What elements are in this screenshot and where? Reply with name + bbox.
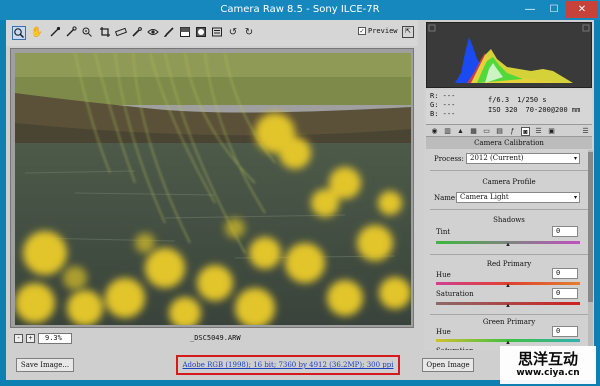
red-saturation-input[interactable]: 0 [552,288,578,299]
effects-tab-icon[interactable]: ƒ [508,127,517,136]
chevron-down-icon: ▾ [573,194,577,201]
tint-label: Tint [436,228,451,236]
white-balance-icon[interactable] [48,26,62,40]
g-label: G: [430,101,439,109]
fullscreen-icon[interactable]: ⇱ [402,26,414,38]
zoom-level-select[interactable]: 9.3% [38,333,72,344]
snapshots-tab-icon[interactable]: ▣ [547,127,556,136]
hand-icon[interactable]: ✋ [30,26,44,40]
photo-preview [15,53,411,325]
red-hue-slider-thumb[interactable]: ▲ [505,283,511,289]
checkmark-icon: ✓ [358,27,366,35]
tone-curve-tab-icon[interactable]: ▥ [443,127,452,136]
camera-raw-dialog: ✋ ↺ ↻ ✓ Preview ⇱ - + 9.3% _DSC5049.ARW … [6,20,594,380]
b-label: B: [430,110,439,118]
divider [430,314,588,315]
hsl-tab-icon[interactable]: ▦ [469,127,478,136]
green-hue-input[interactable]: 0 [552,326,578,337]
green-primary-title: Green Primary [482,318,536,326]
preview-checkbox[interactable]: ✓ Preview [358,27,398,35]
close-button[interactable]: ✕ [566,1,598,18]
file-name: _DSC5049.ARW [190,334,241,342]
aperture: f/6.3 [488,96,510,104]
split-toning-tab-icon[interactable]: ▭ [482,127,491,136]
scrollbar-thumb[interactable] [588,152,593,302]
panel-menu-icon[interactable]: ☰ [581,127,590,136]
adjustment-brush-icon[interactable] [162,26,176,40]
camera-calibration-tab-icon[interactable]: ◙ [521,127,530,136]
straighten-icon[interactable] [114,26,128,40]
b-value: --- [442,110,456,118]
name-label: Name: [434,194,458,202]
panel-tabs: ◉ ▥ ▲ ▦ ▭ ▤ ƒ ◙ ☰ ▣ ☰ [426,124,592,137]
save-image-button[interactable]: Save Image... [16,358,74,372]
red-saturation-label: Saturation [436,290,474,298]
watermark-logo: 思洋互动 www.ciya.cn [500,346,596,384]
open-image-button[interactable]: Open Image [422,358,474,372]
red-hue-label: Hue [436,271,451,279]
zoom-in-button[interactable]: + [26,334,35,343]
preferences-icon[interactable] [210,26,224,40]
process-select[interactable]: 2012 (Current) ▾ [466,153,580,164]
divider [430,170,588,171]
histogram [426,22,592,88]
red-primary-title: Red Primary [486,260,532,268]
lens: 70-200@200 mm [525,106,581,114]
exif-info: f/6.3 1/250 s ISO 320 70-200@200 mm [488,95,588,115]
zoom-out-button[interactable]: - [14,334,23,343]
zoom-bar: - + 9.3% _DSC5049.ARW [10,332,414,346]
divider [430,209,588,210]
crop-icon[interactable] [98,26,112,40]
iso: ISO 320 [488,106,518,114]
divider [430,254,588,255]
rotate-left-icon[interactable]: ↺ [226,26,240,40]
zoom-icon[interactable] [12,26,26,40]
r-value: --- [442,92,456,100]
tint-slider-thumb[interactable]: ▲ [505,242,511,248]
graduated-filter-icon[interactable] [178,26,192,40]
title-bar: Camera Raw 8.5 - Sony ILCE-7R — ☐ ✕ [0,0,600,20]
rotate-right-icon[interactable]: ↻ [242,26,256,40]
zoom-level-value: 9.3% [45,334,62,342]
preview-label: Preview [368,27,398,35]
panel-section-title: Camera Calibration [426,137,592,149]
panel-scrollbar[interactable] [588,150,593,376]
basic-tab-icon[interactable]: ◉ [430,127,439,136]
g-value: --- [442,101,456,109]
tint-input[interactable]: 0 [552,226,578,237]
watermark-url: www.ciya.cn [516,368,580,378]
color-sampler-icon[interactable] [64,26,78,40]
profile-name-select[interactable]: Camera Light ▾ [456,192,580,203]
right-panel: R: --- G: --- B: --- f/6.3 1/250 s ISO 32… [424,22,594,378]
info-area: R: --- G: --- B: --- f/6.3 1/250 s ISO 32… [426,90,592,124]
lens-corrections-tab-icon[interactable]: ▤ [495,127,504,136]
process-label: Process: [434,155,464,163]
red-hue-input[interactable]: 0 [552,268,578,279]
target-adjust-icon[interactable] [80,26,94,40]
toolbar: ✋ ↺ ↻ ✓ Preview ⇱ [6,20,418,46]
detail-tab-icon[interactable]: ▲ [456,127,465,136]
window-title: Camera Raw 8.5 - Sony ILCE-7R [220,4,380,15]
workflow-options-highlight: Adobe RGB (1998); 16 bit; 7360 by 4912 (… [176,355,400,375]
workflow-options-link[interactable]: Adobe RGB (1998); 16 bit; 7360 by 4912 (… [183,361,394,369]
process-value: 2012 (Current) [470,154,524,162]
red-saturation-slider-thumb[interactable]: ▲ [505,303,511,309]
spot-removal-icon[interactable] [130,26,144,40]
profile-name-value: Camera Light [460,193,509,201]
minimize-button[interactable]: — [518,1,542,18]
camera-profile-title: Camera Profile [482,178,536,186]
radial-filter-icon[interactable] [194,26,208,40]
chevron-down-icon: ▾ [573,155,577,162]
red-eye-icon[interactable] [146,26,160,40]
shadows-title: Shadows [493,216,525,224]
shutter-speed: 1/250 s [517,96,547,104]
green-hue-label: Hue [436,328,451,336]
watermark-chinese: 思洋互动 [517,350,578,368]
image-preview-area[interactable] [10,48,414,328]
presets-tab-icon[interactable]: ☰ [534,127,543,136]
r-label: R: [430,92,439,100]
maximize-button[interactable]: ☐ [542,1,566,18]
rgb-readout: R: --- G: --- B: --- [430,92,455,119]
